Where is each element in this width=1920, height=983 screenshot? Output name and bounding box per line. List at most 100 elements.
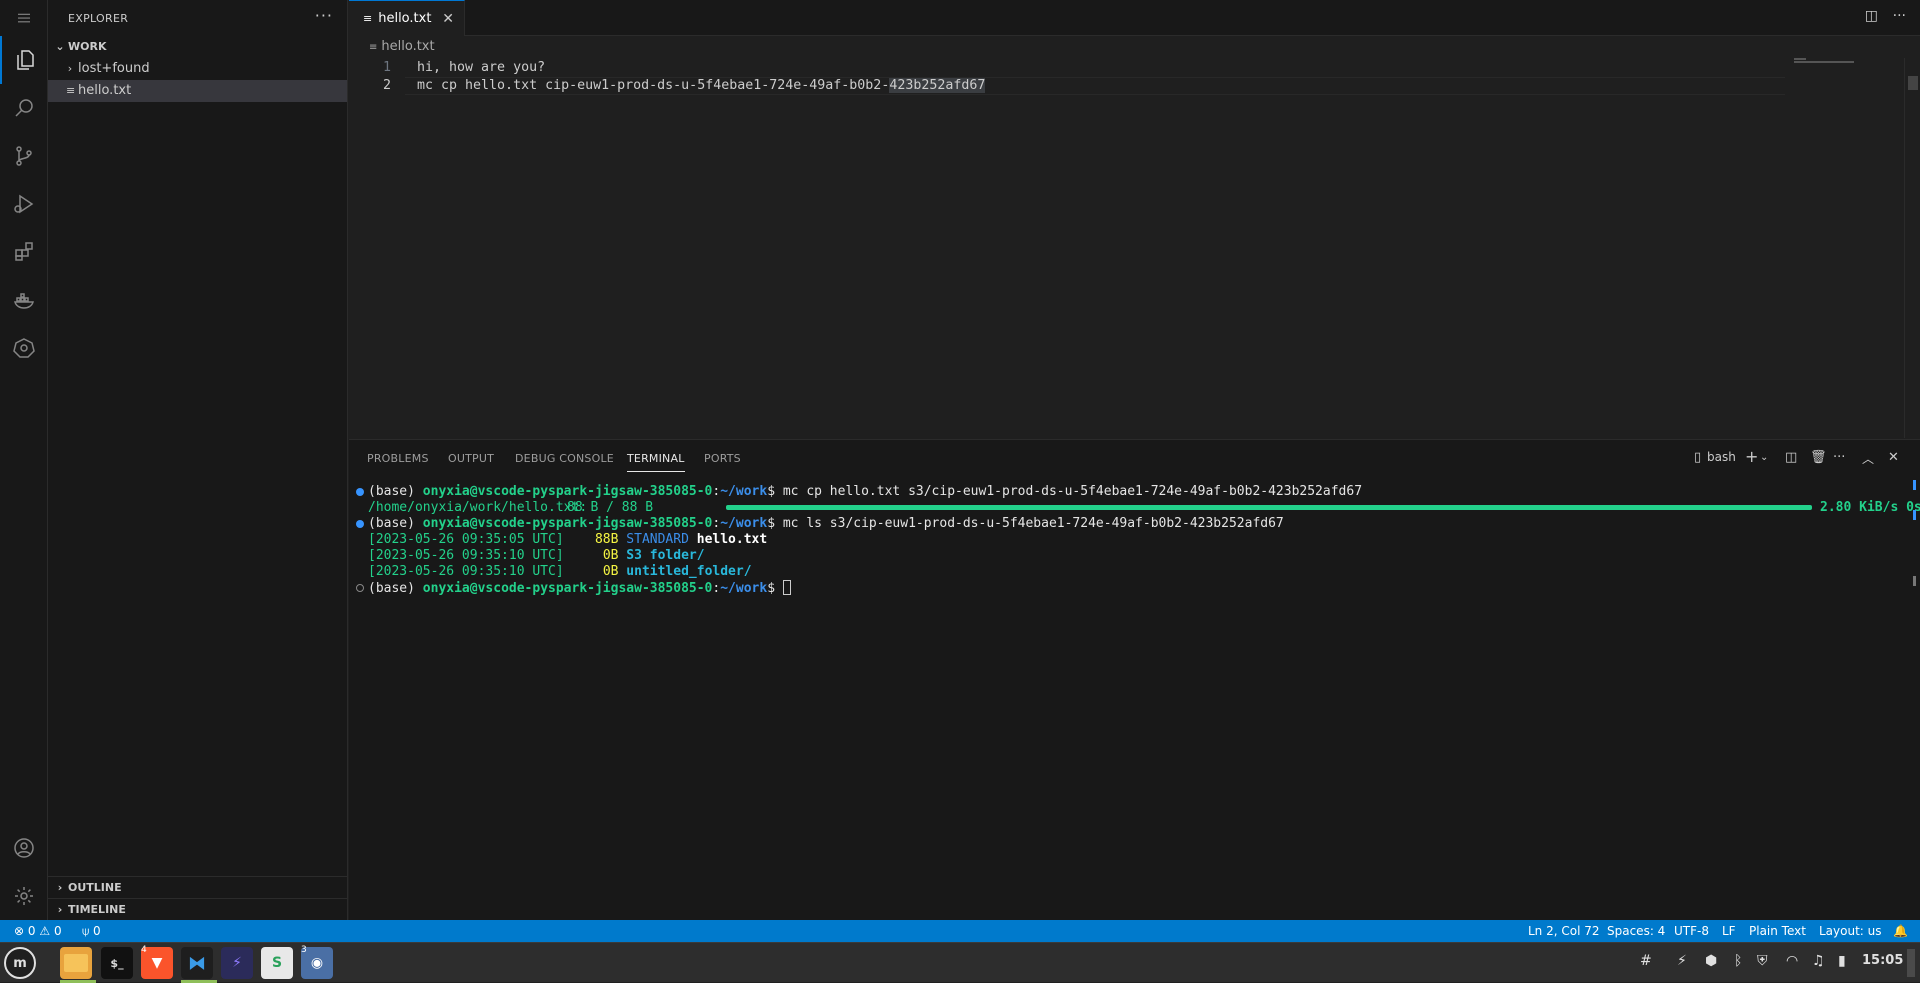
- error-icon: ⊗: [14, 924, 25, 938]
- app-icon[interactable]: S: [261, 947, 293, 979]
- breadcrumb[interactable]: ≡ hello.txt: [349, 36, 435, 58]
- settings-gear-icon[interactable]: [0, 872, 48, 920]
- chevron-right-icon: ›: [57, 881, 63, 894]
- new-terminal-icon[interactable]: +: [1745, 447, 1758, 466]
- line-number: 1: [382, 60, 391, 75]
- terminal-shell-name[interactable]: bash: [1707, 450, 1736, 464]
- progress-size: 88 B / 88 B: [567, 500, 654, 515]
- end-of-line[interactable]: LF: [1722, 920, 1736, 942]
- command-decoration: [356, 488, 364, 496]
- sidebar-title: EXPLORER: [68, 12, 129, 25]
- vscode-icon[interactable]: ⧓: [181, 947, 213, 979]
- explorer-icon[interactable]: [0, 36, 48, 84]
- ls-row: [2023-05-26 09:35:10 UTC] 0B S3 folder/: [368, 548, 705, 563]
- battery-icon[interactable]: ▮: [1838, 953, 1846, 969]
- tab-terminal[interactable]: TERMINAL: [627, 452, 685, 472]
- account-icon[interactable]: [0, 824, 48, 872]
- music-icon[interactable]: ♫: [1812, 953, 1825, 969]
- tree-item-lost-found[interactable]: › lost+found: [48, 58, 347, 80]
- editor-scrollbar[interactable]: [1904, 58, 1918, 438]
- chevron-right-icon: ›: [67, 62, 73, 75]
- close-panel-icon[interactable]: ✕: [1888, 450, 1899, 465]
- bluetooth-icon[interactable]: ᛒ: [1734, 953, 1742, 969]
- problems-status[interactable]: ⊗ 0 ⚠ 0: [14, 920, 62, 942]
- maximize-panel-icon[interactable]: ︿: [1862, 450, 1874, 467]
- minimap[interactable]: [1784, 58, 1904, 438]
- code-line[interactable]: hi, how are you?: [417, 60, 545, 75]
- text-file-icon: ≡: [369, 42, 378, 53]
- kubernetes-icon[interactable]: [0, 324, 48, 372]
- status-bar: ⊗ 0 ⚠ 0 ⍦ 0 Ln 2, Col 72 Spaces: 4 UTF-8…: [0, 920, 1920, 942]
- terminal-line: (base) onyxia@vscode-pyspark-jigsaw-3850…: [368, 484, 1363, 499]
- tree-item-hello-txt[interactable]: ≡ hello.txt: [48, 80, 347, 102]
- slack-tray-icon[interactable]: #: [1640, 953, 1652, 969]
- progress-bar-fill: [726, 505, 1812, 510]
- tab-label: hello.txt: [378, 11, 432, 26]
- scrollbar-marker: [1913, 510, 1916, 520]
- terminal-icon: ▯: [1694, 450, 1702, 465]
- close-icon[interactable]: ✕: [442, 11, 454, 27]
- cursor-position[interactable]: Ln 2, Col 72: [1528, 920, 1600, 942]
- tab-output[interactable]: OUTPUT: [448, 452, 494, 465]
- mint-menu-icon[interactable]: m: [4, 947, 36, 979]
- tab-debug-console[interactable]: DEBUG CONSOLE: [515, 452, 614, 465]
- timeline-label: TIMELINE: [68, 903, 126, 916]
- files-icon[interactable]: [60, 947, 92, 979]
- command-decoration: [356, 520, 364, 528]
- code-line[interactable]: mc cp hello.txt cip-euw1-prod-ds-u-5f4eb…: [417, 78, 986, 93]
- keyboard-layout[interactable]: Layout: us: [1819, 920, 1882, 942]
- code-editor[interactable]: 1 hi, how are you? 2 mc cp hello.txt cip…: [349, 58, 1785, 438]
- clock[interactable]: 15:05: [1862, 953, 1903, 968]
- shield-icon[interactable]: ⛨: [1757, 953, 1768, 969]
- os-taskbar: m $_ ▼ 4 ⧓ ⚡ S ◉ 3 # ⚡ ⬢ ᛒ ⛨ ◠ ♫ ▮ 15:05: [0, 942, 1920, 983]
- tab-problems[interactable]: PROBLEMS: [367, 452, 429, 465]
- split-terminal-icon[interactable]: ◫: [1785, 450, 1797, 465]
- outline-section[interactable]: › OUTLINE: [48, 876, 347, 898]
- terminal-line: /home/onyxia/work/hello.txt:: [368, 500, 588, 515]
- split-editor-icon[interactable]: ◫: [1865, 8, 1878, 24]
- bottom-panel: PROBLEMS OUTPUT DEBUG CONSOLE TERMINAL P…: [349, 439, 1920, 920]
- wifi-icon[interactable]: ◠: [1786, 953, 1798, 969]
- extensions-icon[interactable]: [0, 228, 48, 276]
- encoding[interactable]: UTF-8: [1674, 920, 1709, 942]
- chevron-down-icon[interactable]: ⌄: [1760, 452, 1768, 463]
- app-tray-icon[interactable]: ⬢: [1705, 953, 1717, 969]
- docker-icon[interactable]: [0, 276, 48, 324]
- terminal-cursor: [782, 580, 791, 595]
- tab-ports[interactable]: PORTS: [704, 452, 741, 465]
- progress-bar-track: [726, 505, 1812, 510]
- language-mode[interactable]: Plain Text: [1749, 920, 1806, 942]
- more-actions-icon[interactable]: ···: [1833, 450, 1845, 465]
- code-text: mc cp hello.txt cip-euw1-prod-ds-u-5f4eb…: [417, 78, 890, 93]
- terminal-output[interactable]: (base) onyxia@vscode-pyspark-jigsaw-3850…: [349, 484, 1920, 788]
- workspace-header[interactable]: ⌄ WORK: [48, 36, 347, 58]
- search-icon[interactable]: [0, 84, 48, 132]
- warning-icon: ⚠: [39, 924, 51, 938]
- trash-icon[interactable]: 🗑: [1810, 450, 1827, 465]
- outline-label: OUTLINE: [68, 881, 122, 894]
- chevron-down-icon: ⌄: [55, 40, 65, 53]
- source-control-icon[interactable]: [0, 132, 48, 180]
- timeline-section[interactable]: › TIMELINE: [48, 898, 347, 920]
- window-count-badge: 4: [141, 945, 147, 955]
- app-tray-icon[interactable]: ⚡: [1677, 953, 1687, 969]
- run-debug-icon[interactable]: [0, 180, 48, 228]
- line-number: 2: [382, 78, 391, 93]
- ports-status[interactable]: ⍦ 0: [82, 920, 101, 942]
- show-desktop-button[interactable]: [1907, 949, 1915, 977]
- tree-item-label: hello.txt: [78, 83, 132, 98]
- terminal-app-icon[interactable]: $_: [101, 947, 133, 979]
- editor-tab-bar: ≡ hello.txt ✕ ◫ ···: [349, 0, 1920, 36]
- more-actions-icon[interactable]: ···: [1893, 8, 1906, 24]
- menu-icon[interactable]: [0, 0, 48, 36]
- tab-hello-txt[interactable]: ≡ hello.txt ✕: [349, 0, 465, 36]
- sidebar-more-actions[interactable]: ···: [315, 6, 333, 25]
- terminal-line: (base) onyxia@vscode-pyspark-jigsaw-3850…: [368, 516, 1284, 531]
- activity-bar: [0, 0, 48, 920]
- chevron-right-icon: ›: [57, 903, 63, 916]
- notifications-bell-icon[interactable]: 🔔: [1893, 920, 1908, 942]
- app-icon[interactable]: ⚡: [221, 947, 253, 979]
- breadcrumb-file[interactable]: hello.txt: [381, 39, 434, 54]
- indentation[interactable]: Spaces: 4: [1607, 920, 1665, 942]
- text-file-icon: ≡: [66, 84, 76, 97]
